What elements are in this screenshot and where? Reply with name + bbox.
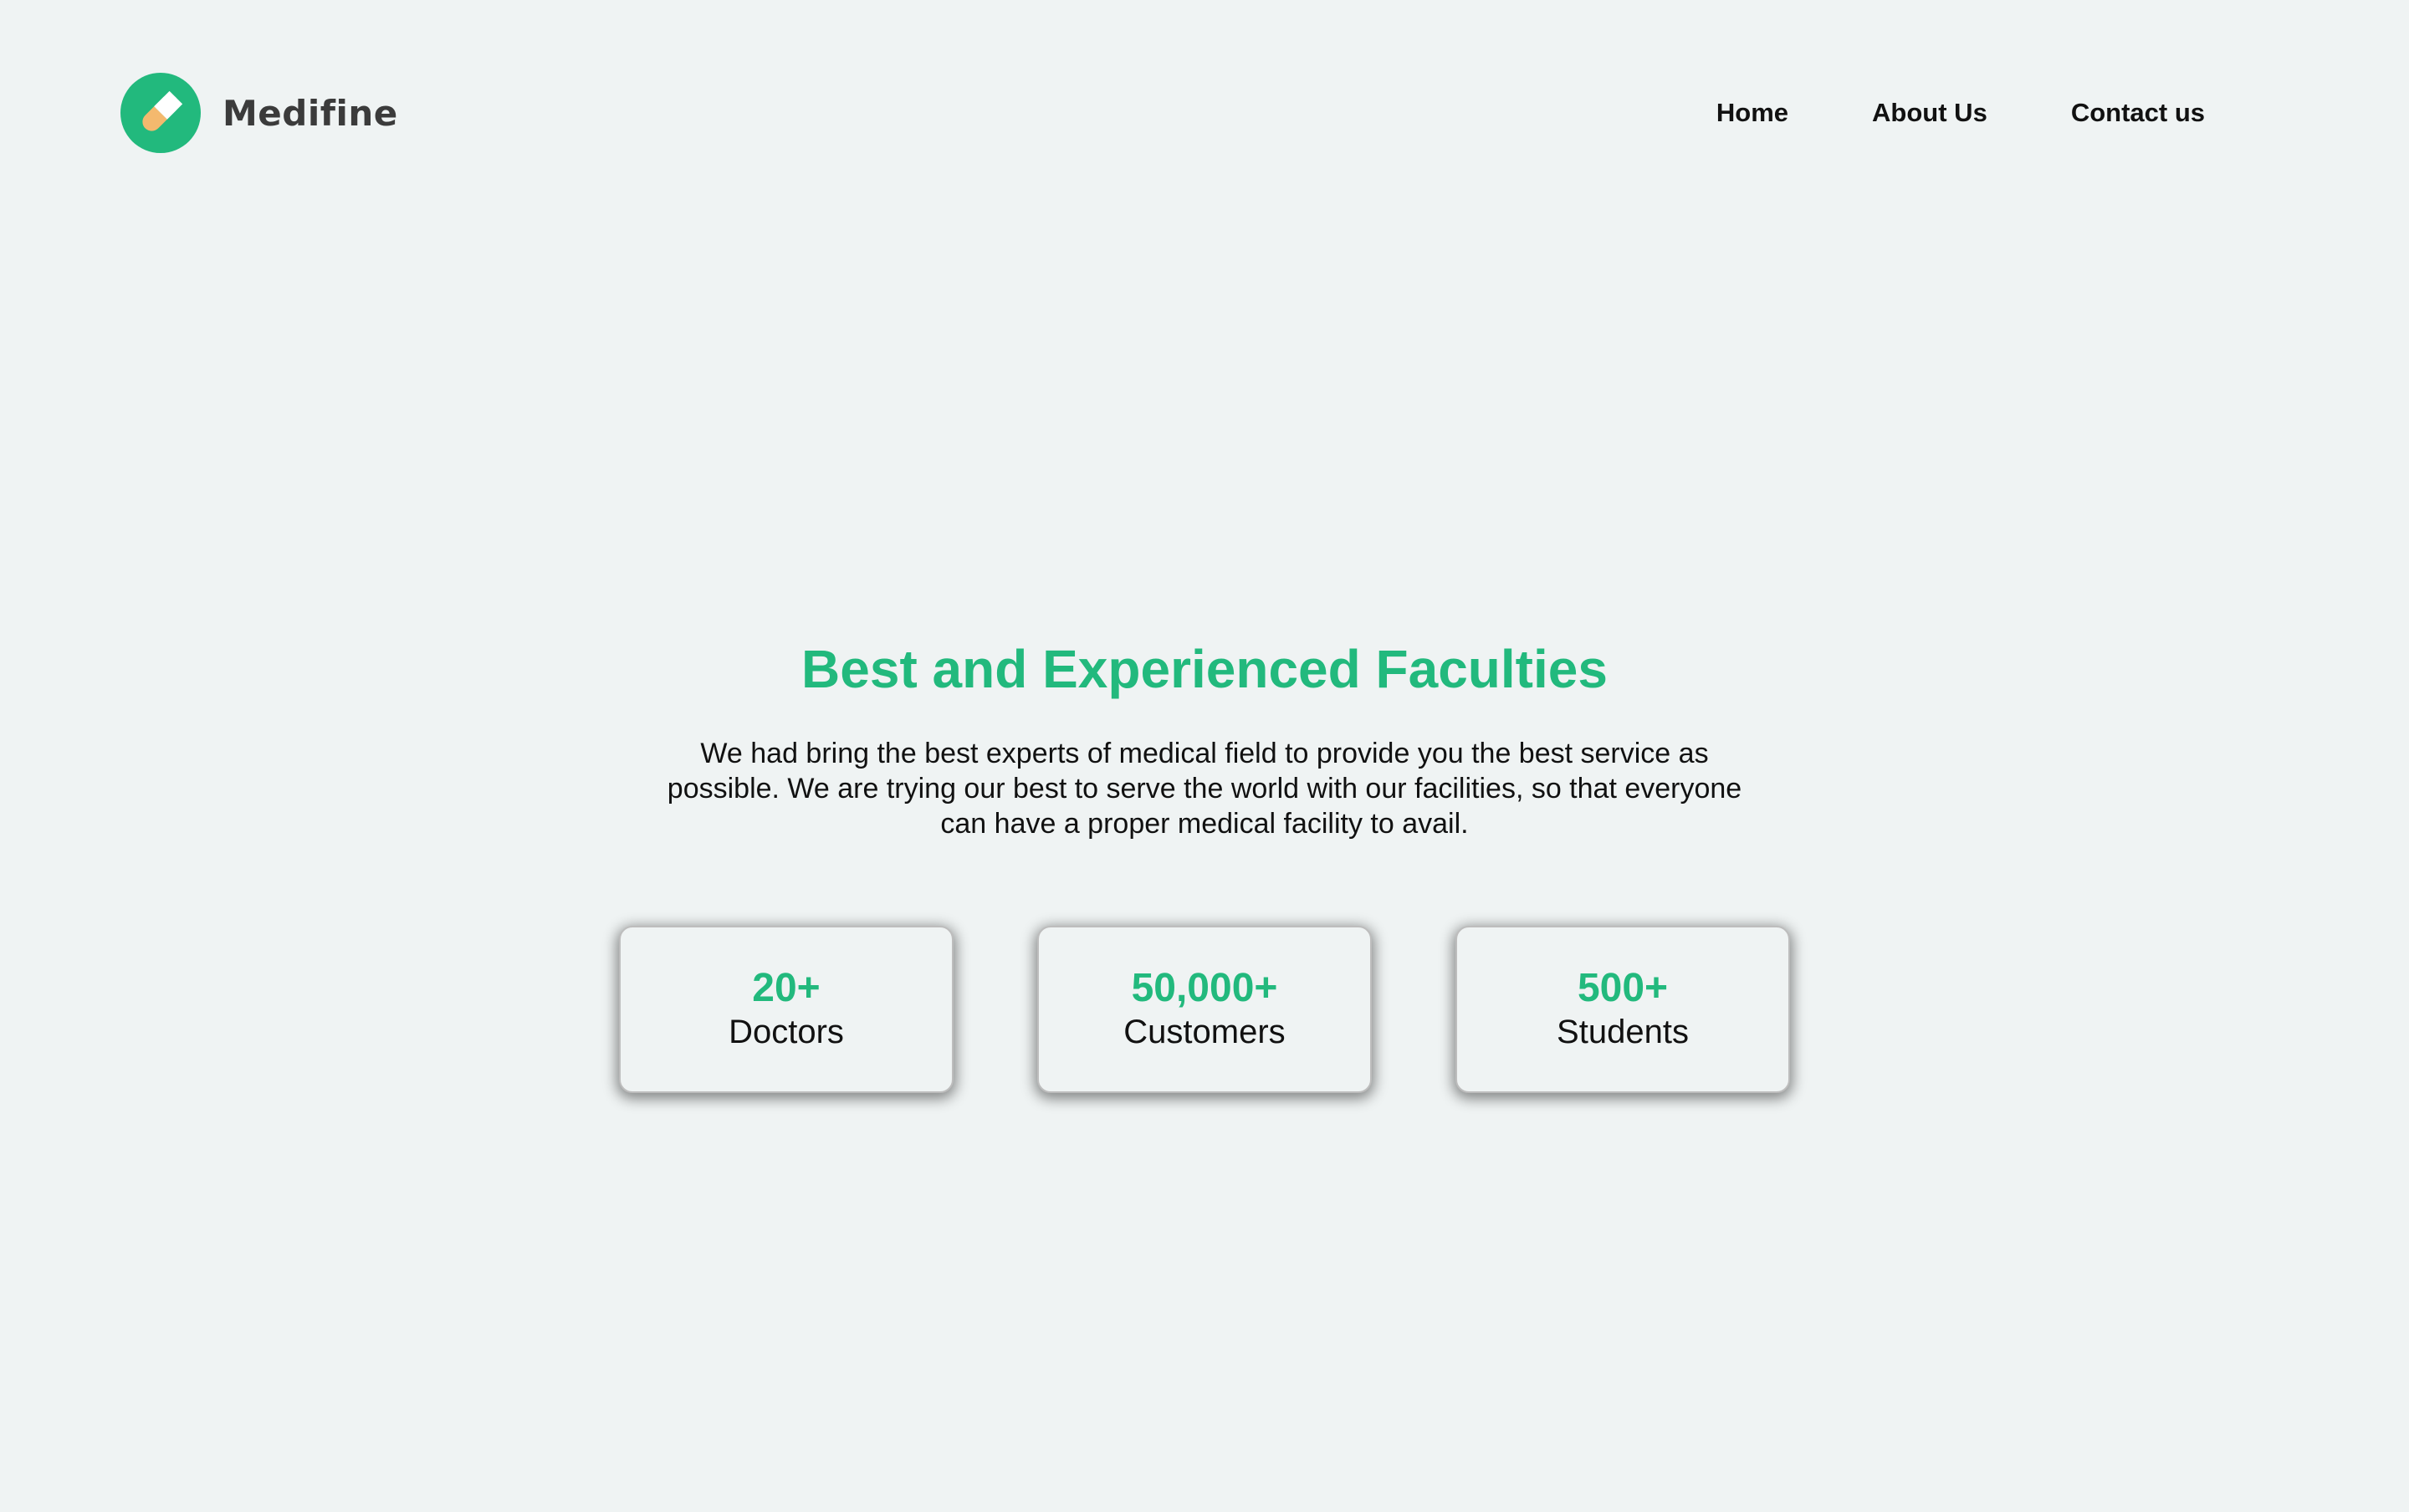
- nav-home[interactable]: Home: [1716, 92, 1788, 134]
- site-header: Medifine Home About Us Contact us: [0, 0, 2409, 226]
- stat-value: 50,000+: [1131, 966, 1278, 1010]
- pill-icon-graphic: [142, 90, 183, 131]
- hero-description: We had bring the best experts of medical…: [667, 738, 1742, 840]
- hero-title: Best and Experienced Faculties: [801, 639, 1608, 699]
- brand[interactable]: Medifine: [120, 73, 398, 153]
- stats-row: 20+ Doctors 50,000+ Customers 500+ Stude…: [0, 926, 2409, 1093]
- stat-value: 20+: [752, 966, 821, 1010]
- pill-icon: [120, 73, 201, 153]
- nav-contact-us[interactable]: Contact us: [2071, 92, 2205, 134]
- main-nav: Home About Us Contact us: [1633, 92, 2205, 134]
- brand-name: Medifine: [222, 92, 398, 134]
- hero-section: Best and Experienced Faculties We had br…: [0, 636, 2409, 841]
- stat-label: Customers: [1123, 1014, 1286, 1050]
- nav-about-us[interactable]: About Us: [1872, 92, 1987, 134]
- stat-card-customers: 50,000+ Customers: [1037, 926, 1372, 1093]
- stat-card-students: 500+ Students: [1455, 926, 1790, 1093]
- stat-label: Students: [1557, 1014, 1689, 1050]
- stat-card-doctors: 20+ Doctors: [619, 926, 954, 1093]
- stat-label: Doctors: [729, 1014, 844, 1050]
- stat-value: 500+: [1577, 966, 1669, 1010]
